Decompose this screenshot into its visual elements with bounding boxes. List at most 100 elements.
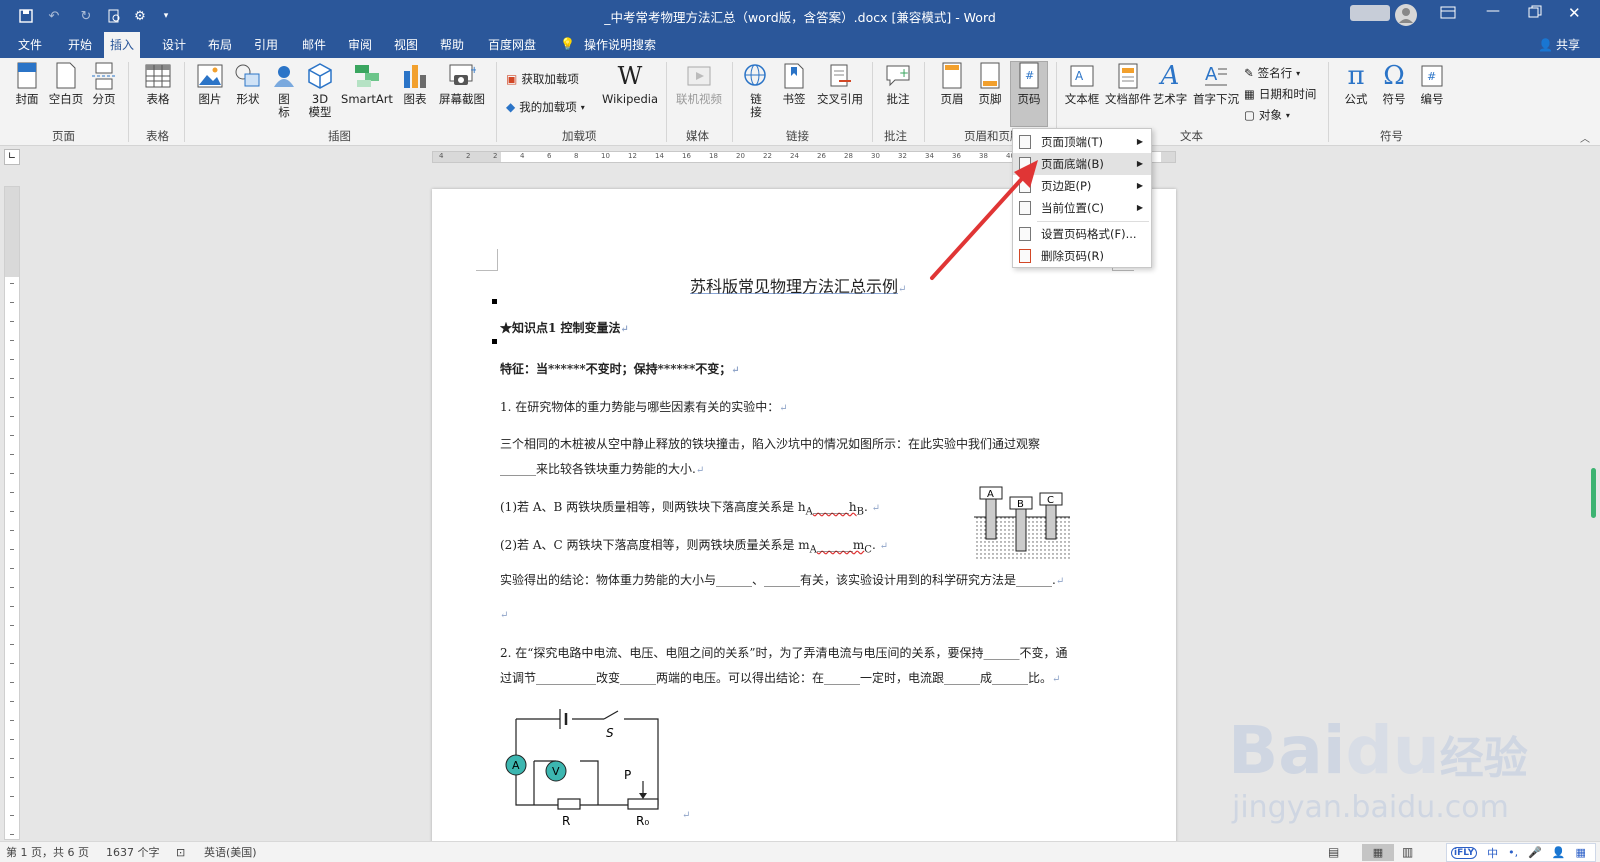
proofing-icon[interactable]: ⊡ xyxy=(176,844,185,861)
user-icon[interactable]: 👤 xyxy=(1552,846,1566,859)
tab-mailings[interactable]: 邮件 xyxy=(296,32,332,58)
tab-review[interactable]: 审阅 xyxy=(342,32,378,58)
print-layout-icon[interactable]: ▦ xyxy=(1362,844,1394,861)
menu-item-label: 删除页码(R) xyxy=(1041,249,1104,263)
tab-view[interactable]: 视图 xyxy=(388,32,424,58)
ribbon-display-icon[interactable] xyxy=(1440,6,1456,23)
heading-text: ★知识点1 控制变量法 xyxy=(500,321,621,335)
redo-icon[interactable]: ↻ xyxy=(76,6,96,26)
bookmark-button[interactable]: 书签 xyxy=(776,62,812,126)
slider-label: P xyxy=(624,768,631,782)
blank-page-button[interactable]: 空白页 xyxy=(46,62,86,126)
account-name[interactable] xyxy=(1350,5,1390,21)
customize-qat-icon[interactable]: ▾ xyxy=(156,6,176,26)
wordart-button[interactable]: A 艺术字 xyxy=(1150,62,1190,126)
page-number-button[interactable]: # 页码 xyxy=(1010,61,1048,127)
icons-button[interactable]: 图 标 xyxy=(270,62,298,126)
undo-icon[interactable]: ↶ xyxy=(44,6,64,26)
picture-button[interactable]: 图片 xyxy=(192,62,228,126)
close-icon[interactable]: ✕ xyxy=(1568,4,1581,22)
shapes-button[interactable]: 形状 xyxy=(230,62,266,126)
minimize-icon[interactable]: — xyxy=(1486,3,1500,19)
signature-line-button[interactable]: ✎ 签名行 ▾ xyxy=(1244,64,1300,82)
page-break-button[interactable]: 分页 xyxy=(88,62,120,126)
equation-button[interactable]: π 公式 xyxy=(1338,62,1374,126)
collapse-ribbon-icon[interactable]: ︿ xyxy=(1580,130,1590,145)
smartart-button[interactable]: SmartArt xyxy=(340,62,394,126)
bookmark-icon xyxy=(780,62,808,90)
paragraph-mark: ↵ xyxy=(871,503,881,514)
cross-reference-icon xyxy=(826,62,854,90)
tab-help[interactable]: 帮助 xyxy=(434,32,470,58)
word-count[interactable]: 1637 个字 xyxy=(106,844,160,861)
question-1: 1. 在研究物体的重力势能与哪些因素有关的实验中：↵ xyxy=(500,398,788,415)
wikipedia-button[interactable]: W Wikipedia xyxy=(598,62,662,126)
shapes-label: 形状 xyxy=(236,92,260,106)
chart-button[interactable]: 图表 xyxy=(398,62,432,126)
share-button[interactable]: 共享 xyxy=(1550,32,1586,58)
link-button[interactable]: 链 接 xyxy=(740,62,772,126)
web-layout-icon[interactable]: ▥ xyxy=(1402,844,1413,861)
group-media-label: 媒体 xyxy=(686,129,709,143)
online-video-button[interactable]: 联机视频 xyxy=(672,62,726,126)
document-page[interactable]: 苏科版常见物理方法汇总示例↵ ★知识点1 控制变量法↵ 特征：当******不变… xyxy=(432,189,1176,849)
tell-me-search[interactable]: 操作说明搜索 xyxy=(578,32,662,58)
date-time-button[interactable]: ▦ 日期和时间 xyxy=(1244,85,1316,103)
submenu-arrow-icon: ▶ xyxy=(1136,137,1143,146)
table-label: 表格 xyxy=(146,92,170,106)
vertical-ruler[interactable] xyxy=(4,186,20,840)
ruler-tick-label: 16 xyxy=(682,152,691,160)
punctuation-icon[interactable]: •, xyxy=(1508,846,1518,859)
3d-models-button[interactable]: 3D 模型 xyxy=(304,62,336,126)
tab-design[interactable]: 设计 xyxy=(156,32,192,58)
print-preview-icon[interactable] xyxy=(104,6,124,26)
number-button[interactable]: # 编号 xyxy=(1414,62,1450,126)
ruler-tick-label: 4 xyxy=(439,152,444,160)
annotation-arrow xyxy=(930,160,1038,280)
grid-icon[interactable]: ▦ xyxy=(1576,846,1586,859)
my-addins-button[interactable]: ◆ 我的加载项 ▾ xyxy=(506,98,585,116)
quick-access-icon[interactable]: ⚙ xyxy=(130,6,150,26)
cross-reference-button[interactable]: 交叉引用 xyxy=(814,62,866,126)
avatar[interactable] xyxy=(1395,4,1417,26)
tab-baidu-netdisk[interactable]: 百度网盘 xyxy=(482,32,542,58)
screenshot-button[interactable]: + 屏幕截图 xyxy=(436,62,488,126)
language[interactable]: 英语(美国) xyxy=(204,844,257,861)
header-button[interactable]: 页眉 xyxy=(934,62,970,126)
tab-references[interactable]: 引用 xyxy=(248,32,284,58)
comment-button[interactable]: + 批注 xyxy=(880,62,916,126)
object-button[interactable]: ▢ 对象 ▾ xyxy=(1244,106,1290,124)
pi-icon: π xyxy=(1347,60,1365,91)
cover-page-button[interactable]: 封面 xyxy=(12,62,42,126)
tab-home[interactable]: 开始 xyxy=(62,32,98,58)
scrollbar-thumb[interactable] xyxy=(1591,468,1596,518)
tab-file[interactable]: 文件 xyxy=(12,32,48,58)
symbol-button[interactable]: Ω 符号 xyxy=(1376,62,1412,126)
question-1-text: 1. 在研究物体的重力势能与哪些因素有关的实验中： xyxy=(500,400,780,414)
textbox-label: 文本框 xyxy=(1064,92,1100,106)
footer-label: 页脚 xyxy=(978,92,1002,106)
get-addins-button[interactable]: ▣ 获取加载项 xyxy=(506,70,579,88)
drop-cap-icon: A xyxy=(1202,62,1230,90)
question-2: 2. 在“探究电路中电流、电压、电阻之间的关系”时，为了弄清电流与电压间的关系，… xyxy=(500,646,1068,660)
get-addins-label: 获取加载项 xyxy=(521,72,579,86)
tab-selector[interactable]: ∟ xyxy=(4,149,20,165)
page-count[interactable]: 第 1 页，共 6 页 xyxy=(6,844,89,861)
ime-mode[interactable]: 中 xyxy=(1487,845,1498,861)
ime-toolbar[interactable]: iFLY 中 •, 🎤 👤 ▦ xyxy=(1446,843,1596,862)
restore-icon[interactable] xyxy=(1528,5,1542,22)
microphone-icon[interactable]: 🎤 xyxy=(1528,846,1542,859)
calendar-icon: ▦ xyxy=(1244,87,1255,101)
blank-page-label: 空白页 xyxy=(48,92,84,106)
read-mode-icon[interactable]: ▤ xyxy=(1328,844,1339,861)
save-icon[interactable] xyxy=(16,6,36,26)
ribbon-separator xyxy=(924,62,925,142)
quick-parts-button[interactable]: 文档部件 xyxy=(1104,62,1152,126)
tab-layout[interactable]: 布局 xyxy=(202,32,238,58)
footer-button[interactable]: 页脚 xyxy=(972,62,1008,126)
list-marker xyxy=(492,339,497,344)
textbox-button[interactable]: A 文本框 xyxy=(1062,62,1102,126)
tab-insert[interactable]: 插入 xyxy=(104,32,141,58)
table-button[interactable]: 表格 xyxy=(138,62,178,126)
drop-cap-button[interactable]: A 首字下沉 xyxy=(1192,62,1240,126)
